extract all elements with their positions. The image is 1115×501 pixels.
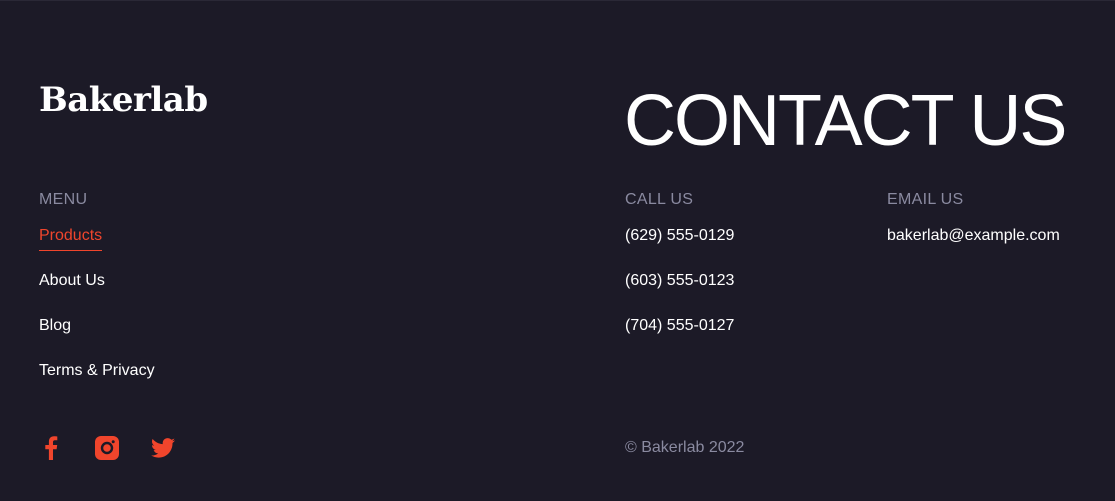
call-us-label: CALL US (625, 191, 694, 208)
instagram-icon[interactable] (94, 435, 120, 461)
menu-link-terms-privacy[interactable]: Terms & Privacy (39, 363, 155, 379)
phone-link[interactable]: (629) 555-0129 (625, 228, 734, 244)
phone-link[interactable]: (603) 555-0123 (625, 273, 734, 289)
twitter-icon[interactable] (150, 435, 176, 461)
contact-title: CONTACT US (624, 81, 1067, 161)
facebook-glyph (45, 436, 58, 460)
facebook-icon[interactable] (38, 435, 64, 461)
email-link[interactable]: bakerlab@example.com (887, 228, 1060, 244)
menu-label: MENU (39, 191, 88, 208)
menu-link-about-us[interactable]: About Us (39, 273, 105, 289)
menu-link-blog[interactable]: Blog (39, 318, 71, 334)
phone-link[interactable]: (704) 555-0127 (625, 318, 734, 334)
instagram-glyph (95, 436, 119, 460)
menu-link-products[interactable]: Products (39, 228, 103, 251)
brand-logo[interactable]: Bakerlab (39, 83, 208, 117)
email-us-label: EMAIL US (887, 191, 964, 208)
site-footer: Bakerlab CONTACT US MENU Products About … (0, 0, 1115, 501)
copyright-text: © Bakerlab 2022 (625, 439, 745, 456)
twitter-glyph (151, 438, 175, 458)
